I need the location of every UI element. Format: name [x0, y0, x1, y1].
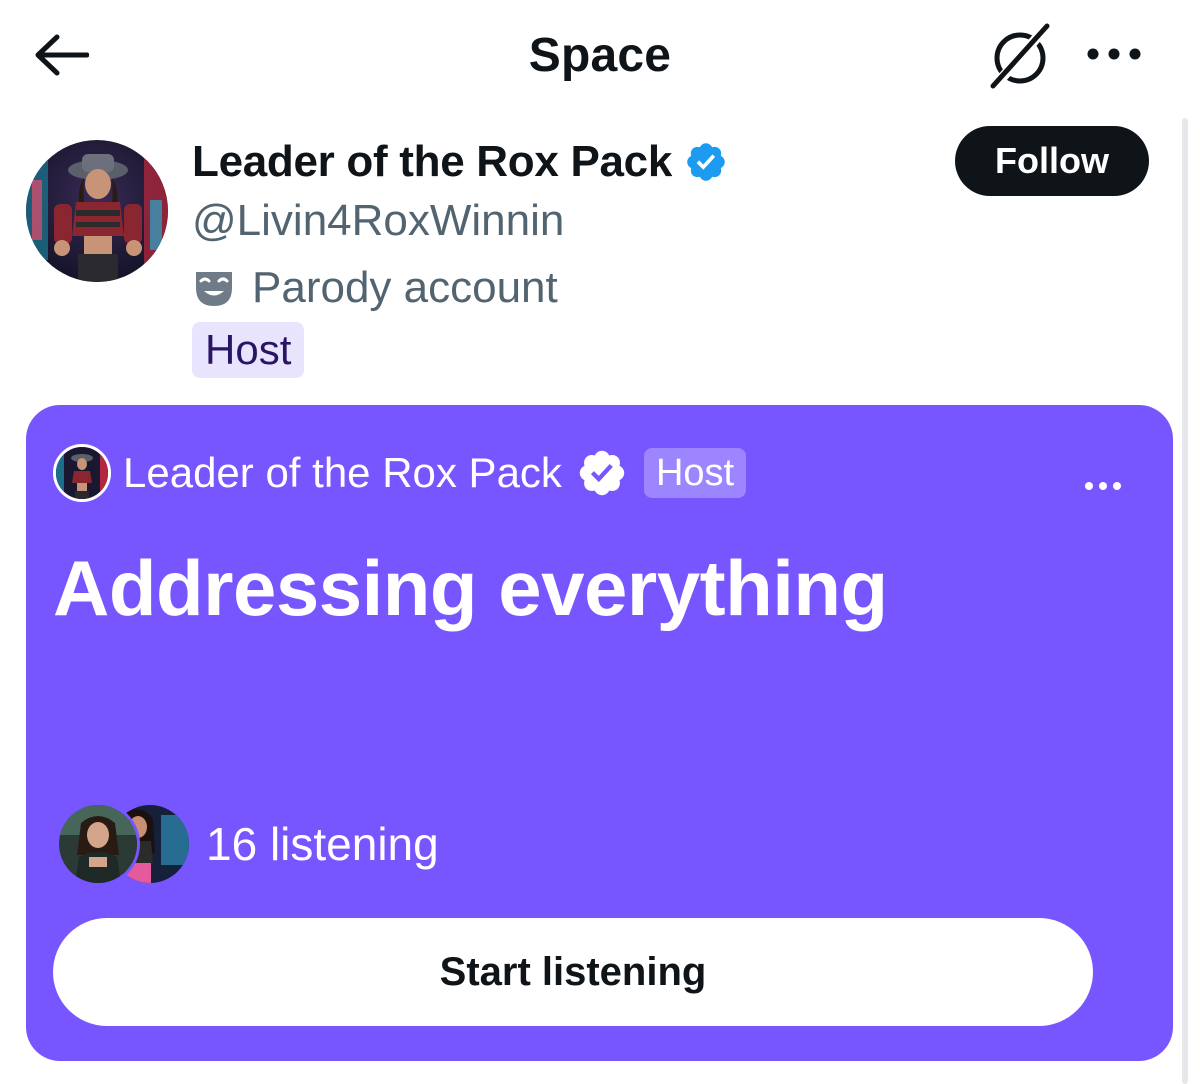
listener-avatars: [56, 802, 192, 886]
parody-label-text: Parody account: [252, 263, 558, 312]
space-more-button[interactable]: [1078, 471, 1128, 501]
space-host-row: Leader of the Rox Pack Host: [53, 444, 747, 502]
user-handle[interactable]: @Livin4RoxWinnin: [192, 196, 564, 246]
space-card[interactable]: Leader of the Rox Pack Host Addressing e…: [26, 405, 1173, 1061]
space-title: Addressing everything: [53, 544, 888, 632]
host-role-tag: Host: [192, 322, 305, 378]
display-name[interactable]: Leader of the Rox Pack: [192, 137, 672, 187]
more-horizontal-icon: [1085, 482, 1121, 490]
listening-count: 16 listening: [206, 818, 439, 870]
listener-avatar: [56, 802, 140, 886]
space-host-avatar: [53, 444, 111, 502]
space-host-name: Leader of the Rox Pack: [123, 449, 562, 496]
host-avatar-image: [26, 140, 168, 282]
scrollbar[interactable]: [1182, 118, 1188, 1084]
verified-badge-icon: [579, 450, 625, 496]
mute-button[interactable]: [984, 22, 1056, 92]
profile-name-row: Leader of the Rox Pack: [192, 134, 728, 190]
listeners-row: 16 listening: [56, 799, 439, 889]
verified-badge-icon: [687, 143, 725, 181]
host-avatar[interactable]: [26, 140, 168, 282]
more-horizontal-icon: [1087, 48, 1141, 60]
start-listening-button[interactable]: Start listening: [53, 918, 1093, 1026]
follow-button[interactable]: Follow: [955, 126, 1149, 196]
more-options-button[interactable]: [1082, 32, 1146, 76]
space-host-avatar-image: [56, 447, 108, 499]
space-host-tag: Host: [643, 448, 747, 498]
parody-label: Parody account: [192, 260, 558, 316]
theater-mask-icon: [196, 272, 232, 306]
microphone-off-icon: [990, 22, 1052, 91]
top-bar: Space: [0, 0, 1200, 110]
listener-avatar-image: [59, 805, 137, 883]
